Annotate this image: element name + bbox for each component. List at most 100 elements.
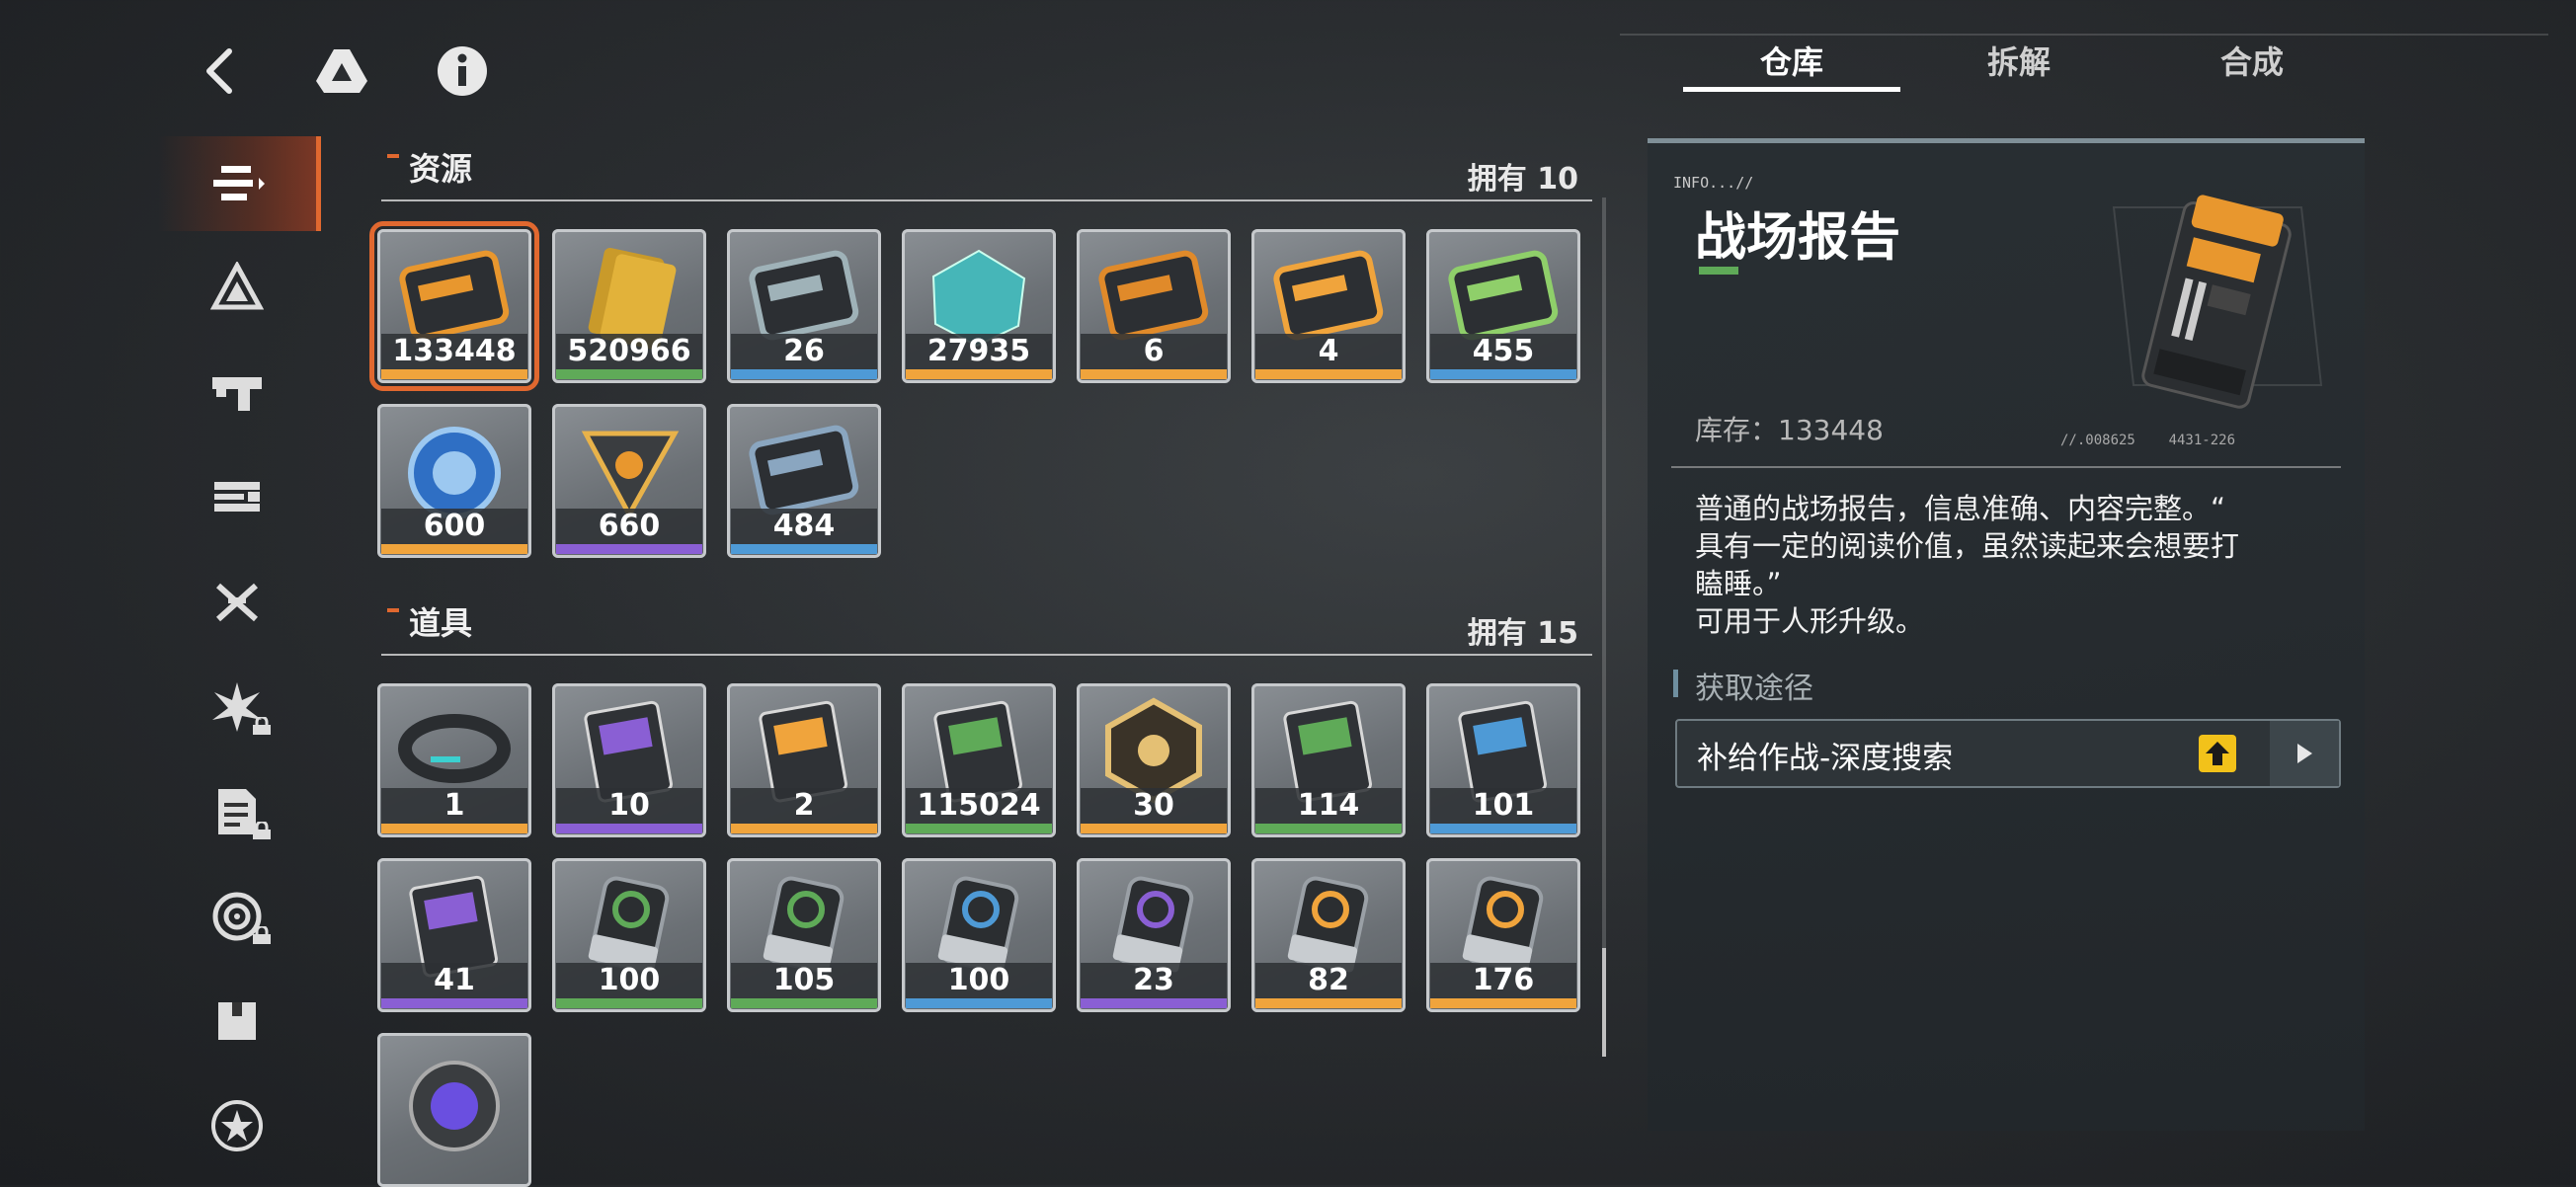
item-quantity: 660 xyxy=(556,509,702,544)
rarity-strip xyxy=(1430,369,1576,379)
scrollbar-track[interactable] xyxy=(1602,198,1606,1057)
description-line: 具有一定的阅读价值，虽然读起来会想要打 xyxy=(1695,529,2240,563)
section-title: 道具 xyxy=(409,604,473,642)
weapon-part-icon xyxy=(214,482,260,512)
box-icon xyxy=(218,1002,256,1040)
tab-synthesis[interactable]: 合成 xyxy=(2143,38,2361,83)
item-quantity: 100 xyxy=(556,963,702,998)
resource-card[interactable]: 4 xyxy=(1251,229,1406,383)
item-quantity: 2 xyxy=(731,788,877,824)
info-icon[interactable] xyxy=(433,41,492,101)
scrollbar-thumb[interactable] xyxy=(1602,948,1606,1057)
description-line: 可用于人形升级。 xyxy=(1695,604,1925,638)
item-quantity: 100 xyxy=(906,963,1052,998)
items-header: 道具 拥有 15 xyxy=(381,598,1592,656)
nav-item-locked-1[interactable] xyxy=(158,660,316,754)
rarity-strip xyxy=(556,824,702,833)
item-quantity: 115024 xyxy=(906,788,1052,824)
rarity-strip xyxy=(906,369,1052,379)
resource-card[interactable]: 660 xyxy=(552,404,706,558)
item-card[interactable]: 82 xyxy=(1251,858,1406,1012)
item-quantity: 10 xyxy=(556,788,702,824)
rarity-strip xyxy=(1081,998,1227,1008)
item-card[interactable]: 105 xyxy=(727,858,881,1012)
item-card[interactable]: 41 xyxy=(377,858,531,1012)
triangle-badge-icon xyxy=(210,262,264,310)
item-icon xyxy=(409,1061,500,1151)
rarity-strip xyxy=(381,824,527,833)
item-card[interactable]: 115024 xyxy=(902,683,1056,837)
item-quantity: 4 xyxy=(1255,334,1402,369)
rarity-strip xyxy=(556,998,702,1008)
item-quantity: 6 xyxy=(1081,334,1227,369)
lock-icon xyxy=(253,717,271,735)
item-quantity: 27935 xyxy=(906,334,1052,369)
lock-icon xyxy=(253,926,271,944)
nav-item-box[interactable] xyxy=(158,974,316,1068)
section-count: 拥有 15 xyxy=(1467,616,1578,651)
source-route-button[interactable]: 补给作战-深度搜索 xyxy=(1675,719,2341,788)
item-quantity: 41 xyxy=(381,963,527,998)
item-quantity: 105 xyxy=(731,963,877,998)
item-card[interactable]: 10 xyxy=(552,683,706,837)
item-card[interactable]: 176 xyxy=(1426,858,1580,1012)
nav-item-locked-3[interactable] xyxy=(158,869,316,964)
nav-item-guns[interactable] xyxy=(158,346,316,440)
resources-header: 资源 拥有 10 xyxy=(381,144,1592,201)
resource-card[interactable]: 455 xyxy=(1426,229,1580,383)
play-arrow-icon[interactable] xyxy=(2270,721,2339,786)
item-title: 战场报告 xyxy=(1695,208,1901,268)
resource-card[interactable]: 26 xyxy=(727,229,881,383)
resource-card[interactable]: 600 xyxy=(377,404,531,558)
item-card[interactable]: 30 xyxy=(1077,683,1231,837)
item-quantity: 23 xyxy=(1081,963,1227,998)
nav-item-locked-2[interactable] xyxy=(158,764,316,859)
tab-warehouse[interactable]: 仓库 xyxy=(1683,38,1900,83)
rarity-strip xyxy=(731,544,877,554)
resource-card[interactable]: 520966 xyxy=(552,229,706,383)
section-marker xyxy=(387,608,399,612)
item-card[interactable]: 100 xyxy=(902,858,1056,1012)
resource-card[interactable]: 133448 xyxy=(369,221,539,391)
lock-icon xyxy=(253,822,271,839)
item-quantity: 520966 xyxy=(556,334,702,369)
nav-item-all[interactable] xyxy=(158,136,321,231)
item-card[interactable]: 23 xyxy=(1077,858,1231,1012)
rarity-strip xyxy=(381,369,527,379)
back-arrow-icon[interactable] xyxy=(190,41,249,101)
item-card[interactable]: 2 xyxy=(727,683,881,837)
item-quantity: 176 xyxy=(1430,963,1576,998)
item-card[interactable]: 101 xyxy=(1426,683,1580,837)
section-count: 拥有 10 xyxy=(1467,162,1578,197)
nav-item-star[interactable] xyxy=(158,1078,316,1173)
item-quantity: 133448 xyxy=(381,334,527,369)
section-marker xyxy=(387,154,399,158)
tab-dismantle[interactable]: 拆解 xyxy=(1910,38,2128,83)
rarity-strip xyxy=(906,998,1052,1008)
serial-label: //.008625 4431-226 xyxy=(2060,433,2236,448)
resource-card[interactable]: 27935 xyxy=(902,229,1056,383)
battle-report-image xyxy=(2112,195,2323,409)
drive-icon[interactable] xyxy=(312,41,371,101)
item-card[interactable]: 1 xyxy=(377,683,531,837)
item-card[interactable]: 100 xyxy=(552,858,706,1012)
rarity-strip xyxy=(1255,369,1402,379)
star-icon xyxy=(211,1100,263,1151)
rarity-strip xyxy=(1081,824,1227,833)
list-icon xyxy=(213,166,265,200)
info-tag: INFO...// xyxy=(1673,174,1754,192)
rarity-strip xyxy=(556,544,702,554)
rarity-strip xyxy=(731,369,877,379)
source-header: 获取途径 xyxy=(1695,672,1813,706)
item-quantity: 600 xyxy=(381,509,527,544)
resource-card[interactable]: 484 xyxy=(727,404,881,558)
rarity-strip xyxy=(1255,824,1402,833)
rarity-strip xyxy=(1081,369,1227,379)
nav-item-badges[interactable] xyxy=(158,241,316,336)
nav-item-parts[interactable] xyxy=(158,450,316,545)
nav-item-blades[interactable] xyxy=(158,555,316,650)
item-card[interactable]: 114 xyxy=(1251,683,1406,837)
resource-card[interactable]: 6 xyxy=(1077,229,1231,383)
item-card[interactable] xyxy=(377,1033,531,1187)
rarity-strip xyxy=(1430,824,1576,833)
